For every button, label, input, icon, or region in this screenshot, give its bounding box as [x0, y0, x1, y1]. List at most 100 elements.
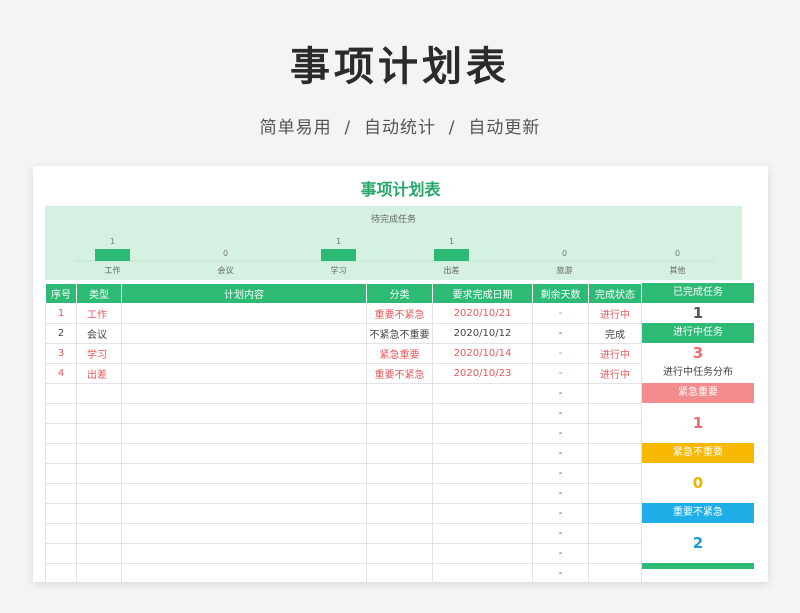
cell-status[interactable] [588, 523, 642, 544]
column-header[interactable]: 要求完成日期 [432, 283, 533, 304]
cell-content[interactable] [121, 563, 367, 582]
cell-status[interactable] [588, 463, 642, 484]
cell-remaining-days[interactable]: - [532, 463, 589, 484]
cell-type[interactable]: 工作 [76, 303, 122, 324]
cell-content[interactable] [121, 303, 367, 324]
cell-category[interactable] [366, 423, 433, 444]
cell-status[interactable] [588, 503, 642, 524]
cell-index[interactable] [45, 483, 77, 504]
cell-status[interactable] [588, 403, 642, 424]
cell-category[interactable] [366, 383, 433, 404]
cell-due-date[interactable] [432, 423, 533, 444]
cell-type[interactable] [76, 403, 122, 424]
cell-index[interactable]: 2 [45, 323, 77, 344]
cell-due-date[interactable] [432, 503, 533, 524]
cell-status[interactable] [588, 543, 642, 564]
cell-index[interactable] [45, 443, 77, 464]
cell-remaining-days[interactable]: - [532, 303, 589, 324]
cell-due-date[interactable]: 2020/10/14 [432, 343, 533, 364]
cell-status[interactable]: 进行中 [588, 343, 642, 364]
cell-due-date[interactable] [432, 383, 533, 404]
cell-index[interactable]: 4 [45, 363, 77, 384]
cell-due-date[interactable] [432, 403, 533, 424]
cell-type[interactable]: 会议 [76, 323, 122, 344]
cell-type[interactable] [76, 383, 122, 404]
cell-type[interactable] [76, 423, 122, 444]
cell-status[interactable] [588, 383, 642, 404]
cell-type[interactable] [76, 483, 122, 504]
cell-category[interactable] [366, 463, 433, 484]
column-header[interactable]: 分类 [366, 283, 433, 304]
cell-category[interactable] [366, 543, 433, 564]
cell-index[interactable] [45, 383, 77, 404]
cell-index[interactable] [45, 423, 77, 444]
cell-category[interactable] [366, 483, 433, 504]
column-header[interactable]: 计划内容 [121, 283, 367, 304]
cell-due-date[interactable] [432, 543, 533, 564]
cell-content[interactable] [121, 323, 367, 344]
cell-due-date[interactable]: 2020/10/23 [432, 363, 533, 384]
cell-category[interactable] [366, 503, 433, 524]
cell-remaining-days[interactable]: - [532, 543, 589, 564]
cell-type[interactable] [76, 543, 122, 564]
cell-content[interactable] [121, 403, 367, 424]
cell-remaining-days[interactable]: - [532, 563, 589, 582]
cell-due-date[interactable] [432, 443, 533, 464]
cell-index[interactable]: 3 [45, 343, 77, 364]
cell-index[interactable] [45, 543, 77, 564]
cell-remaining-days[interactable]: - [532, 423, 589, 444]
cell-content[interactable] [121, 483, 367, 504]
cell-category[interactable]: 紧急重要 [366, 343, 433, 364]
cell-type[interactable] [76, 503, 122, 524]
cell-type[interactable] [76, 563, 122, 582]
cell-due-date[interactable] [432, 463, 533, 484]
column-header[interactable]: 序号 [45, 283, 77, 304]
cell-remaining-days[interactable]: - [532, 483, 589, 504]
cell-due-date[interactable]: 2020/10/21 [432, 303, 533, 324]
cell-due-date[interactable]: 2020/10/12 [432, 323, 533, 344]
cell-status[interactable] [588, 483, 642, 504]
cell-type[interactable] [76, 463, 122, 484]
cell-remaining-days[interactable]: - [532, 403, 589, 424]
cell-category[interactable]: 不紧急不重要 [366, 323, 433, 344]
column-header[interactable]: 类型 [76, 283, 122, 304]
cell-content[interactable] [121, 463, 367, 484]
cell-index[interactable] [45, 403, 77, 424]
cell-type[interactable]: 出差 [76, 363, 122, 384]
cell-status[interactable]: 完成 [588, 323, 642, 344]
cell-index[interactable]: 1 [45, 303, 77, 324]
cell-category[interactable] [366, 563, 433, 582]
cell-status[interactable] [588, 563, 642, 582]
cell-category[interactable] [366, 523, 433, 544]
cell-category[interactable]: 重要不紧急 [366, 363, 433, 384]
cell-status[interactable] [588, 423, 642, 444]
cell-type[interactable] [76, 523, 122, 544]
column-header[interactable]: 完成状态 [588, 283, 642, 304]
cell-status[interactable]: 进行中 [588, 363, 642, 384]
cell-remaining-days[interactable]: - [532, 363, 589, 384]
cell-remaining-days[interactable]: - [532, 323, 589, 344]
cell-remaining-days[interactable]: - [532, 343, 589, 364]
cell-content[interactable] [121, 543, 367, 564]
cell-category[interactable]: 重要不紧急 [366, 303, 433, 324]
cell-index[interactable] [45, 563, 77, 582]
cell-content[interactable] [121, 363, 367, 384]
column-header[interactable]: 剩余天数 [532, 283, 589, 304]
cell-content[interactable] [121, 503, 367, 524]
cell-content[interactable] [121, 343, 367, 364]
cell-index[interactable] [45, 523, 77, 544]
cell-category[interactable] [366, 443, 433, 464]
cell-content[interactable] [121, 443, 367, 464]
cell-index[interactable] [45, 503, 77, 524]
cell-type[interactable] [76, 443, 122, 464]
cell-due-date[interactable] [432, 483, 533, 504]
cell-index[interactable] [45, 463, 77, 484]
cell-remaining-days[interactable]: - [532, 443, 589, 464]
cell-content[interactable] [121, 383, 367, 404]
cell-due-date[interactable] [432, 563, 533, 582]
cell-remaining-days[interactable]: - [532, 523, 589, 544]
cell-due-date[interactable] [432, 523, 533, 544]
cell-status[interactable]: 进行中 [588, 303, 642, 324]
cell-content[interactable] [121, 523, 367, 544]
cell-category[interactable] [366, 403, 433, 424]
